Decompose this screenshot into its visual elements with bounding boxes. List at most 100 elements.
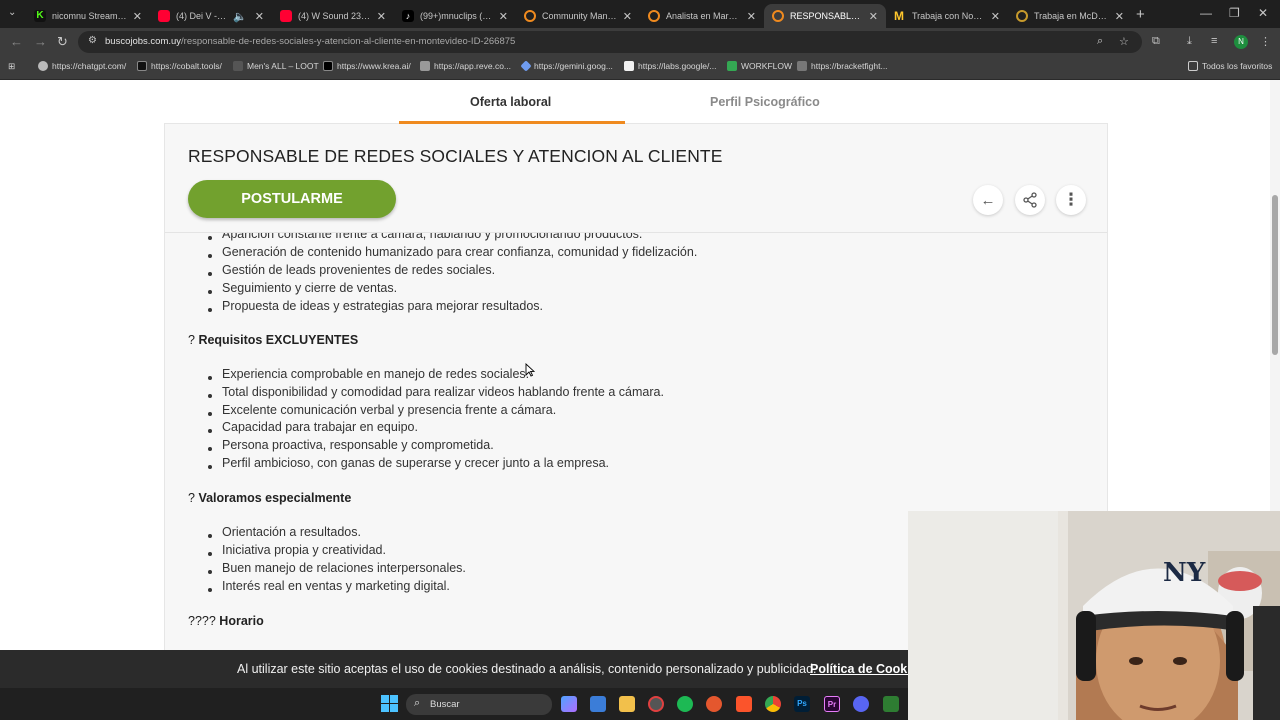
app-icon[interactable] [648, 696, 664, 712]
url-domain: buscojobs.com.uy [105, 36, 182, 47]
photoshop-icon[interactable]: Ps [794, 696, 810, 712]
downloads-icon[interactable]: ⤓ [1187, 35, 1192, 48]
section-title: Requisitos EXCLUYENTES [198, 333, 359, 347]
more-options-icon[interactable]: ⋮ [1056, 185, 1086, 215]
bookmark-item[interactable]: https://app.reve.co... [420, 61, 511, 71]
mail-icon[interactable] [590, 696, 606, 712]
bracketfight-icon [797, 61, 807, 71]
all-bookmarks[interactable]: Todos los favoritos [1188, 61, 1272, 71]
url-text[interactable]: buscojobs.com.uy/responsable-de-redes-so… [105, 36, 515, 47]
scrollbar-thumb[interactable] [1272, 195, 1278, 355]
zoom-icon[interactable]: ⌕ [1097, 35, 1103, 48]
bookmark-item[interactable]: https://gemini.goog... [520, 60, 613, 72]
section-requirements: ? Requisitos EXCLUYENTES [188, 333, 358, 347]
list-item: Propuesta de ideas y estrategias para me… [222, 299, 544, 313]
bookmark-item[interactable]: https://bracketfight... [797, 61, 888, 71]
list-item: Capacidad para trabajar en equipo. [222, 420, 418, 434]
site-info-icon[interactable]: ⚙ [88, 35, 97, 46]
krea-icon [323, 61, 333, 71]
discord-icon[interactable] [853, 696, 869, 712]
browser-tab[interactable]: (4) W Sound 23 "5 Es ✕ [272, 4, 394, 28]
chrome-icon[interactable] [765, 696, 781, 712]
browser-tab[interactable]: ♪ (99+)mnuclips (@mn ✕ [394, 4, 516, 28]
file-explorer-icon[interactable] [619, 696, 635, 712]
bookmark-item[interactable]: https://chatgpt.com/ [38, 61, 126, 71]
close-tab-icon[interactable]: ✕ [377, 10, 386, 23]
back-icon[interactable]: ← [10, 34, 23, 49]
bookmark-item[interactable]: https://labs.google/... [624, 61, 716, 71]
tab-perfil-psicografico[interactable]: Perfil Psicográfico [710, 95, 820, 109]
close-tab-icon[interactable]: ✕ [747, 10, 756, 23]
media-icon[interactable]: ≡ [1211, 35, 1217, 47]
close-tab-icon[interactable]: ✕ [499, 10, 508, 23]
buscojobs-icon [524, 10, 536, 22]
cobalt-icon [137, 61, 147, 71]
loot-icon [233, 61, 243, 71]
close-tab-icon[interactable]: ✕ [869, 10, 878, 23]
close-tab-icon[interactable]: ✕ [623, 10, 632, 23]
forward-icon[interactable]: → [34, 34, 47, 49]
tab-label: Community Manager [542, 11, 617, 21]
audio-icon[interactable]: 🔈 [233, 10, 247, 23]
section-prefix: ???? [188, 614, 216, 628]
browser-tab-active[interactable]: RESPONSABLE DE RE ✕ [764, 4, 886, 28]
cookie-text: Al utilizar este sitio aceptas el uso de… [237, 662, 817, 676]
browser-tab[interactable]: M Trabaja con Nosotros ✕ [886, 4, 1008, 28]
browser-tab[interactable]: Community Manager ✕ [516, 4, 640, 28]
minimize-icon[interactable]: — [1200, 6, 1212, 20]
list-item: Excelente comunicación verbal y presenci… [222, 403, 557, 417]
tab-label: Analista en Marketing [666, 11, 741, 21]
close-window-icon[interactable]: ✕ [1258, 6, 1268, 20]
taskbar-search-placeholder: Buscar [430, 699, 460, 710]
bookmark-label: https://gemini.goog... [534, 61, 613, 71]
app-icon[interactable] [706, 696, 722, 712]
bullet [208, 290, 212, 294]
page-icon [624, 61, 634, 71]
back-arrow-icon[interactable]: ← [973, 185, 1003, 215]
share-icon[interactable] [1015, 185, 1045, 215]
apply-button[interactable]: POSTULARME [188, 180, 396, 218]
job-header: RESPONSABLE DE REDES SOCIALES Y ATENCION… [165, 124, 1107, 233]
brave-icon[interactable] [736, 696, 752, 712]
windows-start-icon[interactable] [381, 695, 398, 712]
premiere-icon[interactable]: Pr [824, 696, 840, 712]
drive-icon [727, 61, 737, 71]
close-tab-icon[interactable]: ✕ [991, 10, 1000, 23]
apps-icon[interactable]: ⊞ [8, 61, 15, 72]
new-tab-icon[interactable]: + [1136, 6, 1145, 23]
gemini-icon [520, 60, 532, 72]
list-item: Total disponibilidad y comodidad para re… [222, 385, 664, 399]
reload-icon[interactable]: ↻ [57, 34, 68, 50]
tab-search-icon[interactable]: ⌄ [8, 7, 16, 18]
spotify-icon[interactable] [677, 696, 693, 712]
browser-tab[interactable]: K nicomnu Stream - W ✕ [26, 4, 150, 28]
bullet [208, 447, 212, 451]
menu-icon[interactable]: ⋮ [1260, 35, 1271, 48]
folder-icon [1188, 61, 1198, 71]
tab-oferta-laboral[interactable]: Oferta laboral [470, 95, 551, 109]
browser-tab[interactable]: Analista en Marketing ✕ [640, 4, 764, 28]
restore-icon[interactable]: ❐ [1229, 6, 1240, 20]
section-prefix: ? [188, 333, 195, 347]
bookmark-item[interactable]: WORKFLOW [727, 61, 792, 71]
profile-avatar[interactable]: N [1234, 35, 1248, 49]
close-tab-icon[interactable]: ✕ [1115, 10, 1124, 23]
bullet [208, 552, 212, 556]
youtube-icon [158, 10, 170, 22]
bookmark-item[interactable]: Men's ALL – LOOT [233, 61, 319, 71]
copilot-icon[interactable] [561, 696, 577, 712]
bookmark-star-icon[interactable]: ☆ [1119, 35, 1129, 48]
list-item: Generación de contenido humanizado para … [222, 245, 698, 259]
app-icon[interactable] [883, 696, 899, 712]
bookmark-item[interactable]: https://cobalt.tools/ [137, 61, 222, 71]
taskbar-search[interactable] [406, 694, 552, 715]
extensions-icon[interactable]: ⧉ [1152, 35, 1160, 48]
bullet [208, 308, 212, 312]
browser-tab[interactable]: (4) Dei V - VNKLR 🔈 ✕ [150, 4, 272, 28]
browser-tab[interactable]: Trabaja en McDonald ✕ [1008, 4, 1132, 28]
close-tab-icon[interactable]: ✕ [255, 10, 264, 23]
url-path: /responsable-de-redes-sociales-y-atencio… [181, 36, 516, 47]
close-tab-icon[interactable]: ✕ [133, 10, 142, 23]
bookmark-item[interactable]: https://www.krea.ai/ [323, 61, 411, 71]
chatgpt-icon [38, 61, 48, 71]
